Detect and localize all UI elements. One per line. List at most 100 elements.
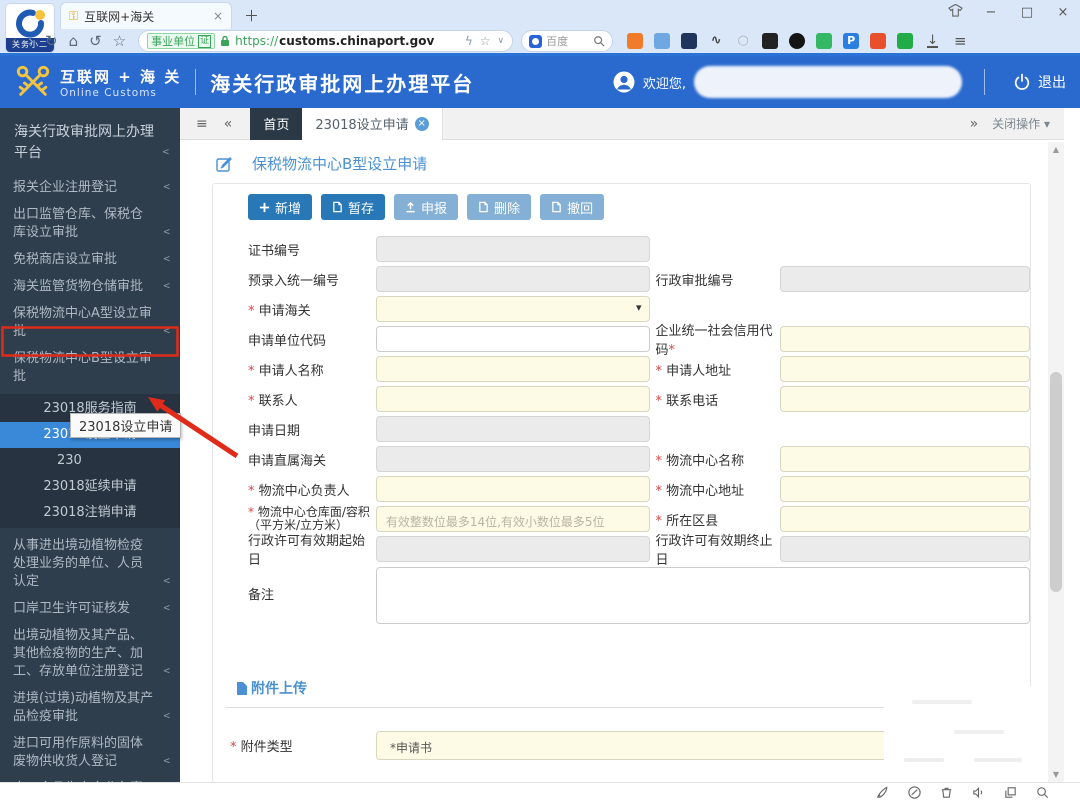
scrollbar[interactable]: ▲ ▼ <box>1048 142 1064 782</box>
pulse-extension-icon[interactable]: ∿ <box>708 33 724 49</box>
sidebar-item[interactable]: 从事进出境动植物检疫处理业务的单位、人员认定 < <box>0 534 180 595</box>
withdraw-button[interactable]: 撤回 <box>540 194 605 220</box>
sidebar-item[interactable]: 进口可用作原料的固体废物供收货人登记 < <box>0 732 180 775</box>
form-input-r[interactable] <box>780 356 1030 382</box>
new-tab-button[interactable]: ＋ <box>244 5 259 29</box>
forward-icon[interactable]: › <box>28 30 34 52</box>
form-input-r[interactable] <box>780 446 1030 472</box>
chevron-icon: < <box>163 709 170 722</box>
back-icon[interactable]: ‹ <box>11 30 17 52</box>
sidebar-subitem[interactable]: 23018延续申请 <box>0 474 180 500</box>
sidebar-item[interactable]: 报关企业注册登记 < <box>0 176 180 201</box>
sidebar-subitem[interactable]: 23018注销申请 <box>0 500 180 526</box>
close-button[interactable]: × <box>1054 5 1072 20</box>
address-bar[interactable]: 事业单位 证 https:// customs.chinaport.gov ϟ … <box>138 30 514 52</box>
delete-button[interactable]: 删除 <box>467 194 532 220</box>
qr-code-extension-icon[interactable] <box>762 33 779 49</box>
tab-close-icon[interactable]: × <box>414 116 429 131</box>
required-asterisk: * <box>655 393 667 409</box>
favorite-star-icon[interactable]: ☆ <box>480 34 491 48</box>
add-button[interactable]: 新增 <box>248 194 313 220</box>
form-input-l[interactable] <box>375 266 651 292</box>
form-input-l[interactable] <box>375 386 651 412</box>
maximize-button[interactable]: □ <box>1018 5 1036 20</box>
signature-pen-icon[interactable] <box>907 785 922 804</box>
remark-label: 备注 <box>248 588 275 603</box>
bookmark-star-icon[interactable]: ☆ <box>113 30 126 52</box>
parking-extension-icon[interactable]: P <box>843 33 860 49</box>
form-input-l[interactable] <box>375 356 651 382</box>
logout-button[interactable]: 退出 <box>1013 72 1066 92</box>
header-divider <box>984 69 985 95</box>
speaker-icon[interactable] <box>971 785 986 804</box>
theme-shirt-icon[interactable] <box>946 3 964 21</box>
form-input-l[interactable] <box>375 236 651 262</box>
magnifier-icon[interactable] <box>1035 785 1050 804</box>
site-verification-badge[interactable]: 事业单位 证 <box>147 33 216 49</box>
scroll-tabs-right-icon[interactable]: » <box>970 116 979 132</box>
tab-active[interactable]: 23018设立申请 × <box>302 107 443 140</box>
trash-icon[interactable] <box>939 785 954 804</box>
tiles-extension-icon[interactable] <box>681 33 698 49</box>
attachment-type-input[interactable]: *申请书 <box>376 731 943 760</box>
form-select-l[interactable]: ▾ <box>375 296 651 322</box>
ring-extension-icon[interactable]: ○ <box>735 33 751 49</box>
undo-icon[interactable]: ↺ <box>89 30 102 52</box>
browser-tab[interactable]: ⚿ 互联网+海关 × <box>60 2 232 29</box>
tabbar-right: » 关闭操作 ▾ <box>970 115 1050 132</box>
panda-extension-icon[interactable] <box>789 33 806 49</box>
search-box[interactable]: 百度 <box>521 30 614 52</box>
sidebar-item[interactable]: 保税物流中心B型设立审批 <box>0 347 180 390</box>
remark-textarea[interactable] <box>375 567 1030 624</box>
flag-extension-icon[interactable] <box>897 33 914 49</box>
form-input-l[interactable] <box>375 446 651 472</box>
form-input-l[interactable]: 有效整数位最多14位,有效小数位最多5位 <box>375 506 651 532</box>
cascade-windows-icon[interactable] <box>1003 785 1018 804</box>
home-icon[interactable]: ⌂ <box>69 30 79 52</box>
form-input-l[interactable] <box>375 416 651 442</box>
dropdown-caret-icon[interactable]: ∨ <box>498 36 505 46</box>
scrollbar-down-icon[interactable]: ▼ <box>1048 770 1064 779</box>
menu-toggle-icon[interactable]: ≡ <box>196 116 208 132</box>
sidebar-item[interactable]: 进境(过境)动植物及其产品检疫审批 < <box>0 687 180 730</box>
form-input-r[interactable] <box>780 266 1030 292</box>
rocket-icon[interactable] <box>875 785 890 804</box>
sidebar-item[interactable]: 口岸卫生许可证核发 < <box>0 597 180 622</box>
form-input-r[interactable] <box>780 506 1030 532</box>
field-label-text: 申请单位代码 <box>248 333 327 349</box>
form-input-r[interactable] <box>780 326 1030 352</box>
sidebar-subitem[interactable]: 230 <box>0 448 180 474</box>
close-operations-dropdown[interactable]: 关闭操作 ▾ <box>992 115 1050 132</box>
browser-menu-icon[interactable]: ≡ <box>954 32 967 50</box>
sidebar-item[interactable]: 海关监管货物仓储审批 < <box>0 275 180 300</box>
refresh-icon[interactable]: ↻ <box>45 30 58 52</box>
scroll-tabs-left-icon[interactable]: « <box>224 116 233 132</box>
form-input-r[interactable] <box>780 386 1030 412</box>
sidebar-item[interactable]: 出口监管仓库、保税仓库设立审批 < <box>0 203 180 246</box>
apps-grid-extension-icon[interactable] <box>627 33 644 49</box>
sidebar-item[interactable]: 保税物流中心A型设立审批 < <box>0 302 180 345</box>
wechat-extension-icon[interactable] <box>816 33 833 49</box>
form-input-l[interactable] <box>375 536 651 562</box>
sidebar-item[interactable]: 出境动植物及其产品、其他检疫物的生产、加工、存放单位注册登记 < <box>0 624 180 685</box>
search-magnifier-icon[interactable] <box>593 35 605 47</box>
form-input-r[interactable] <box>780 536 1030 562</box>
scrollbar-thumb[interactable] <box>1050 372 1062 592</box>
download-icon[interactable]: ↓ <box>927 34 939 48</box>
form-row: 证书编号 <box>213 234 1030 264</box>
declare-button[interactable]: 申报 <box>394 194 459 220</box>
tab-home[interactable]: 首页 <box>250 107 303 140</box>
screenshot-extension-icon[interactable] <box>654 33 671 49</box>
lightning-icon[interactable]: ϟ <box>465 34 473 48</box>
minimize-button[interactable]: − <box>982 5 1000 20</box>
sidebar-item[interactable]: 免税商店设立审批 < <box>0 248 180 273</box>
form-input-r[interactable] <box>780 476 1030 502</box>
form-input-l[interactable] <box>375 476 651 502</box>
save-draft-button[interactable]: 暂存 <box>321 194 386 220</box>
scrollbar-up-icon[interactable]: ▲ <box>1048 145 1064 154</box>
field-label: 证书编号 <box>213 240 376 259</box>
sidebar-root-item[interactable]: 海关行政审批网上办理平台 < <box>0 116 180 170</box>
form-input-l[interactable] <box>375 326 651 352</box>
tab-close-icon[interactable]: × <box>213 9 223 23</box>
gear-extension-icon[interactable] <box>870 33 887 49</box>
